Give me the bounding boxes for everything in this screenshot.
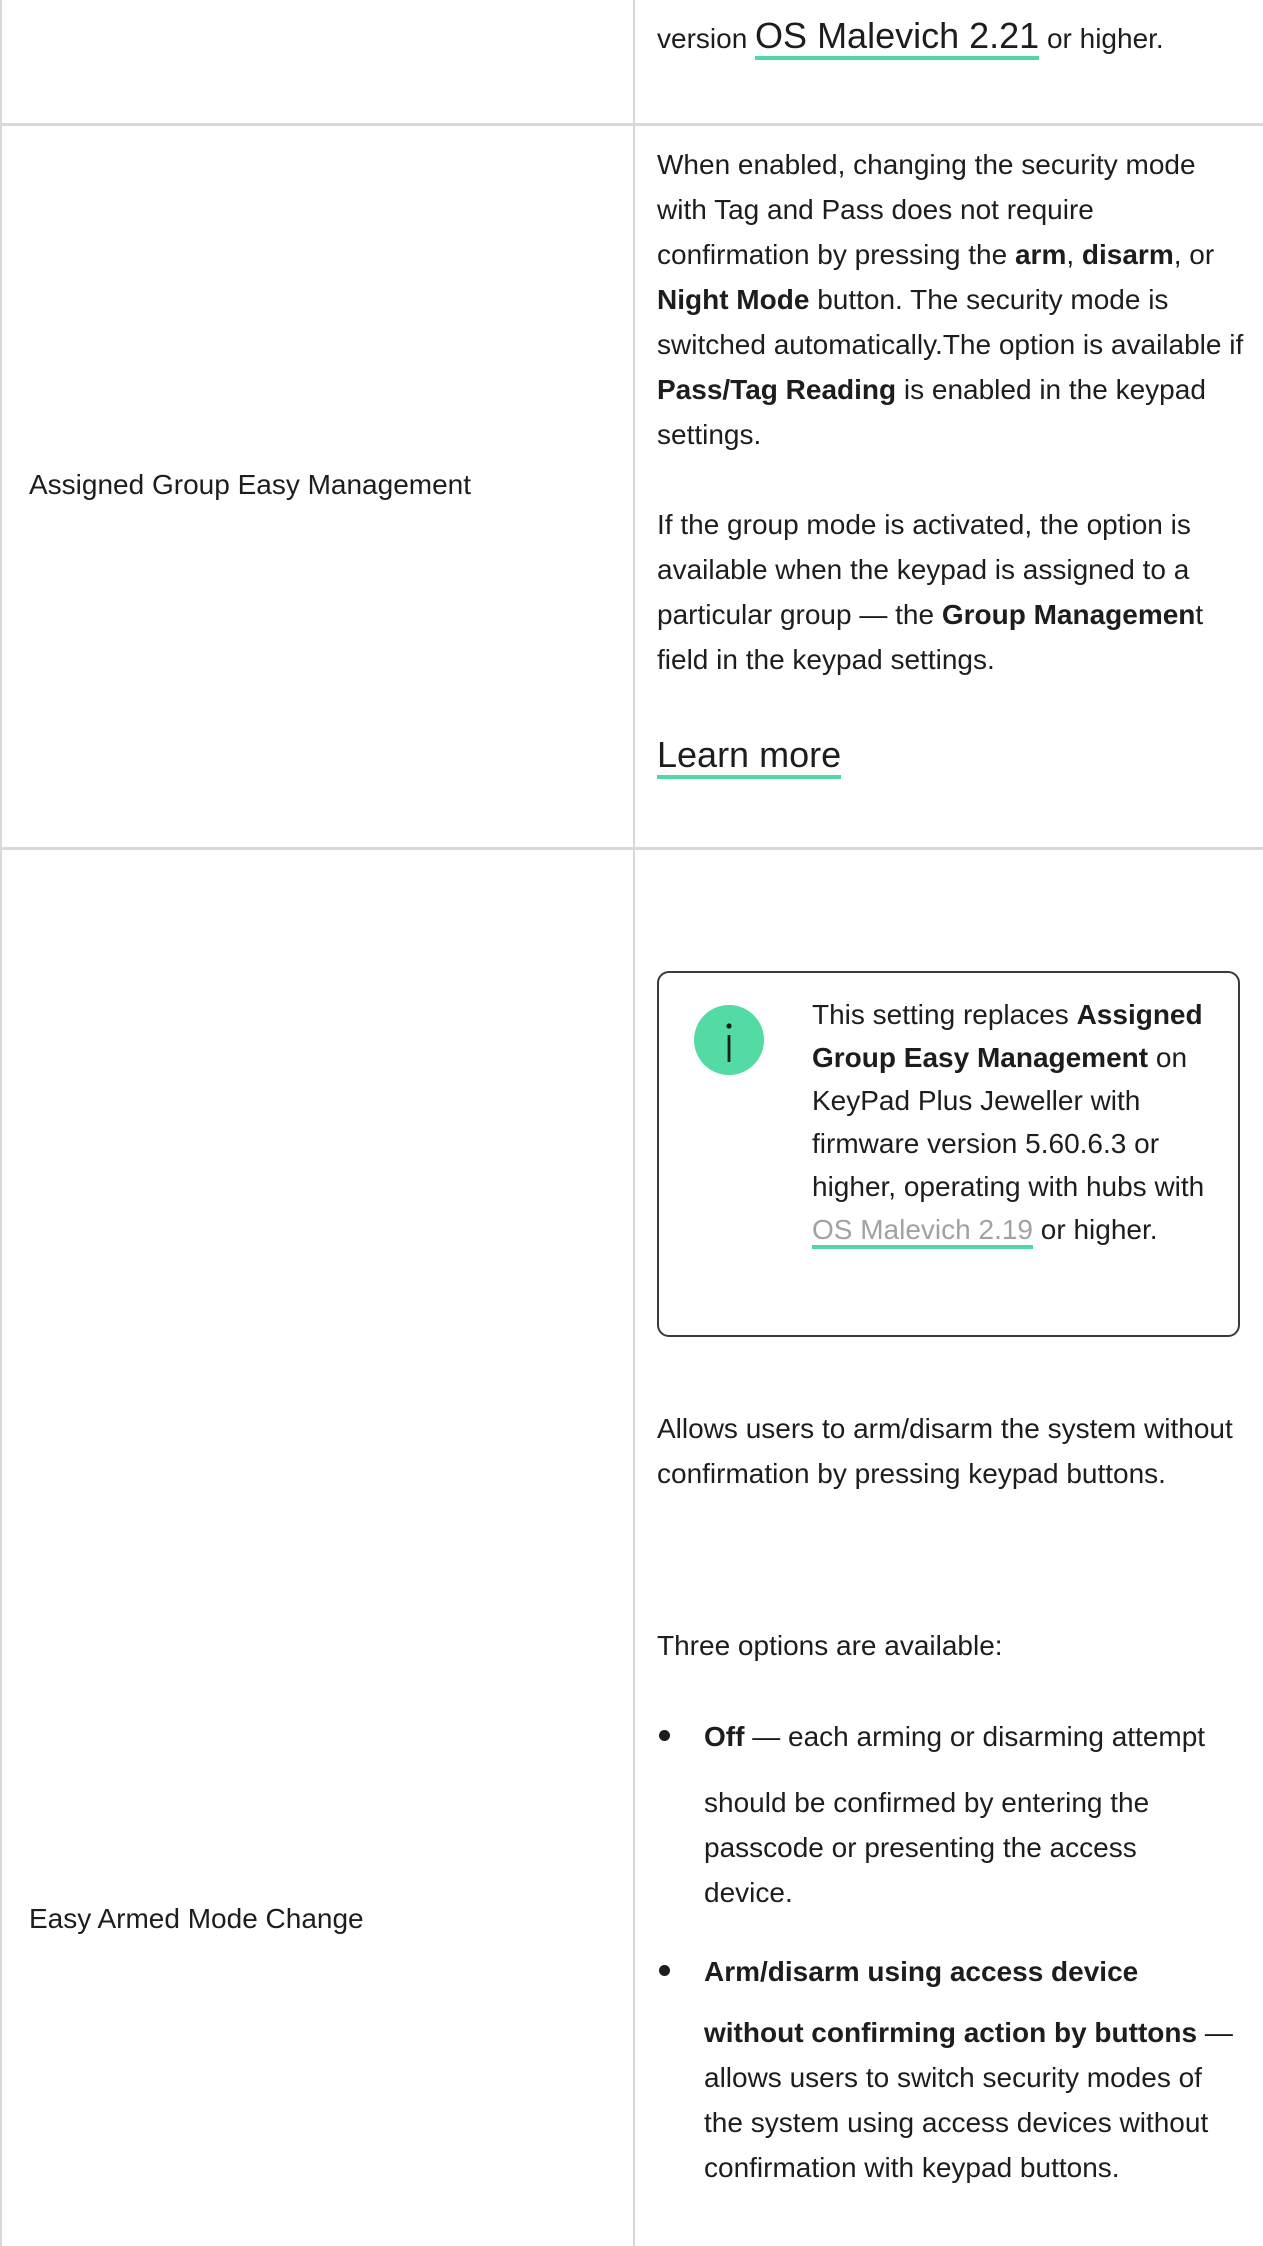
bullet-arm-disarm-first-line: Arm/disarm using access device (704, 1956, 1139, 1987)
row1-text: version OS Malevich 2.21 or higher. (657, 10, 1164, 65)
learn-more-row: Learn more (657, 730, 842, 788)
os-malevich-2-19-link[interactable]: OS Malevich 2.19 (812, 1214, 1033, 1249)
description-paragraph: When enabled, changing the security mode… (657, 149, 1244, 450)
row-label-easy-armed-mode-change: Easy Armed Mode Change (29, 1903, 364, 1934)
bullet-marker (659, 1965, 670, 1976)
bullet-off-first-line: Off — each arming or disarming attempt (704, 1721, 1206, 1752)
table-left-border (0, 0, 2, 2246)
options-intro-paragraph: Three options are available: (657, 1630, 1003, 1661)
bullet-off-description: should be confirmed by entering the pass… (704, 1787, 1150, 1908)
bullet-marker (659, 1730, 670, 1741)
info-icon (694, 1005, 764, 1075)
group-mode-paragraph: If the group mode is activated, the opti… (657, 509, 1204, 675)
bullet-arm-disarm-description: without confirming action by buttons — a… (704, 2017, 1233, 2183)
row-divider (0, 847, 1263, 850)
os-malevich-2-21-link[interactable]: OS Malevich 2.21 (755, 15, 1040, 60)
row-label-assigned-group-easy-management: Assigned Group Easy Management (29, 469, 472, 500)
easy-armed-intro-paragraph: Allows users to arm/disarm the system wi… (657, 1413, 1233, 1489)
info-note-text: This setting replaces Assigned Group Eas… (812, 993, 1212, 1251)
learn-more-link[interactable]: Learn more (657, 734, 842, 779)
info-note-box: This setting replaces Assigned Group Eas… (657, 971, 1240, 1337)
row-divider (0, 123, 1263, 126)
column-divider (633, 0, 635, 2246)
